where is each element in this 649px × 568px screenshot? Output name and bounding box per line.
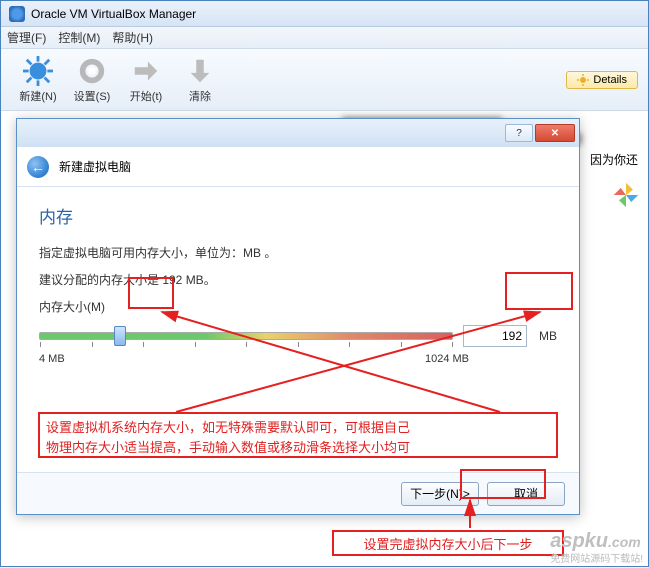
toolbar: 新建(N) 设置(S) 开始(t) 清除 Details [1, 49, 648, 111]
app-icon [9, 6, 25, 22]
section-heading: 内存 [39, 203, 557, 228]
slider-range-labels: 4 MB 1024 MB [39, 353, 469, 365]
toolbar-new[interactable]: 新建(N) [11, 56, 65, 104]
next-button[interactable]: 下一步(N)> [401, 482, 479, 506]
menubar: 管理(F) 控制(M) 帮助(H) [1, 27, 648, 49]
arrow-right-icon [131, 56, 161, 86]
toolbar-start[interactable]: 开始(t) [119, 56, 173, 104]
slider-row: MB [39, 325, 557, 347]
dialog-header: ← 新建虚拟电脑 [17, 147, 579, 187]
menu-manage[interactable]: 管理(F) [7, 29, 46, 46]
wizard-title: 新建虚拟电脑 [59, 158, 131, 175]
arrow-down-icon [185, 56, 215, 86]
app-title: Oracle VM VirtualBox Manager [31, 7, 196, 21]
slider-max: 1024 MB [425, 353, 469, 365]
titlebar: Oracle VM VirtualBox Manager [1, 1, 648, 27]
slider-label: 内存大小(M) [39, 298, 557, 315]
dialog-titlebar: ? ✕ [17, 119, 579, 147]
toolbar-clear[interactable]: 清除 [173, 56, 227, 104]
slider-ticks [40, 342, 452, 347]
watermark-tld: .com [608, 534, 641, 550]
annotation-footnote-text: 设置完虚拟内存大小后下一步 [363, 534, 532, 553]
details-button[interactable]: Details [566, 71, 638, 89]
toolbar-new-label: 新建(N) [19, 88, 56, 104]
watermark: aspku.com 免费网站源码下载站! [550, 530, 643, 565]
memory-slider[interactable] [39, 332, 453, 340]
toolbar-clear-label: 清除 [189, 88, 211, 104]
sun-icon [23, 56, 53, 86]
slider-min: 4 MB [39, 353, 65, 365]
details-label: Details [593, 74, 627, 86]
dialog-body: 内存 指定虚拟电脑可用内存大小，单位为：MB 。 建议分配的内存大小是 192 … [17, 187, 579, 467]
pinwheel-icon [612, 181, 640, 209]
memory-unit: MB [539, 329, 557, 343]
new-vm-dialog: ? ✕ ← 新建虚拟电脑 内存 指定虚拟电脑可用内存大小，单位为：MB 。 建议… [16, 118, 580, 515]
sun-small-icon [577, 74, 589, 86]
close-button[interactable]: ✕ [535, 124, 575, 142]
help-button[interactable]: ? [505, 124, 533, 142]
side-text: 因为你还 [590, 151, 638, 168]
memory-recommend: 建议分配的内存大小是 192 MB。 [39, 271, 557, 288]
toolbar-settings[interactable]: 设置(S) [65, 56, 119, 104]
menu-help[interactable]: 帮助(H) [112, 29, 153, 46]
toolbar-start-label: 开始(t) [130, 88, 162, 104]
toolbar-settings-label: 设置(S) [74, 88, 111, 104]
back-icon[interactable]: ← [27, 156, 49, 178]
gear-icon [77, 56, 107, 86]
watermark-slogan: 免费网站源码下载站! [550, 550, 643, 565]
annotation-footnote: 设置完虚拟内存大小后下一步 [332, 530, 564, 556]
memory-input[interactable] [463, 325, 527, 347]
memory-desc: 指定虚拟电脑可用内存大小，单位为：MB 。 [39, 244, 557, 261]
cancel-button[interactable]: 取消 [487, 482, 565, 506]
dialog-footer: 下一步(N)> 取消 [17, 472, 579, 514]
watermark-brand: aspku [550, 530, 608, 552]
menu-control[interactable]: 控制(M) [58, 29, 100, 46]
